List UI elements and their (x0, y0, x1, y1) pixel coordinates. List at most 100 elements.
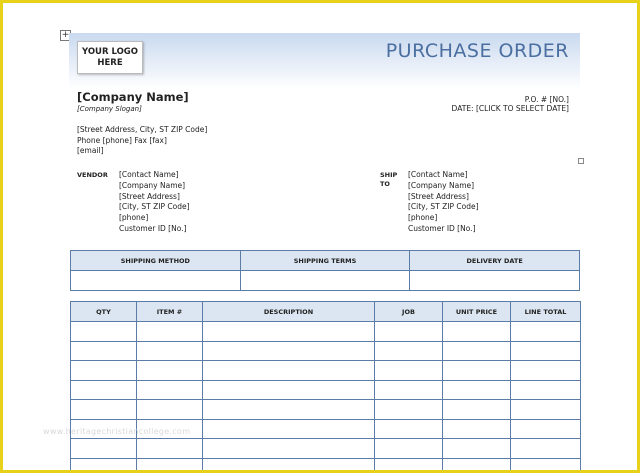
job-cell[interactable] (374, 379, 443, 400)
item-cell[interactable] (136, 438, 203, 459)
qty-cell[interactable] (70, 457, 137, 470)
ship-street[interactable]: [Street Address] (408, 192, 479, 203)
unit-price-cell[interactable] (442, 379, 511, 400)
unit-price-cell[interactable] (442, 360, 511, 381)
table-row (70, 379, 581, 400)
table-row (70, 438, 581, 459)
resize-handle-icon[interactable] (578, 158, 584, 164)
vendor-block: [Contact Name] [Company Name] [Street Ad… (119, 170, 190, 235)
company-name[interactable]: [Company Name] (77, 90, 189, 104)
job-cell[interactable] (374, 360, 443, 381)
description-cell[interactable] (202, 399, 375, 420)
company-slogan[interactable]: [Company Slogan] (77, 105, 142, 113)
line-total-cell[interactable] (510, 379, 581, 400)
ship-contact[interactable]: [Contact Name] (408, 170, 479, 181)
qty-cell[interactable] (70, 399, 137, 420)
shipping-row (70, 270, 580, 291)
page-title: PURCHASE ORDER (385, 40, 569, 62)
line-total-cell[interactable] (510, 321, 581, 342)
table-row (70, 340, 581, 361)
unit-price-cell[interactable] (442, 340, 511, 361)
vendor-city[interactable]: [City, ST ZIP Code] (119, 202, 190, 213)
watermark-text: www.heritagechristiancollege.com (43, 427, 191, 436)
ship-to-label: SHIP TO (380, 171, 397, 189)
shipping-method-header: SHIPPING METHOD (70, 250, 241, 271)
line-total-header: LINE TOTAL (510, 301, 581, 322)
line-total-cell[interactable] (510, 438, 581, 459)
job-cell[interactable] (374, 399, 443, 420)
document-frame: + YOUR LOGO HERE PURCHASE ORDER [Company … (0, 0, 640, 473)
unit-price-cell[interactable] (442, 418, 511, 439)
items-table: QTY ITEM # DESCRIPTION JOB UNIT PRICE LI… (70, 301, 581, 470)
shipping-terms-cell[interactable] (239, 270, 411, 291)
vendor-contact[interactable]: [Contact Name] (119, 170, 190, 181)
shipping-method-cell[interactable] (70, 270, 241, 291)
description-cell[interactable] (202, 457, 375, 470)
table-row (70, 399, 581, 420)
qty-cell[interactable] (70, 321, 137, 342)
item-number-header: ITEM # (136, 301, 203, 322)
qty-header: QTY (70, 301, 137, 322)
item-cell[interactable] (136, 340, 203, 361)
qty-cell[interactable] (70, 379, 137, 400)
item-cell[interactable] (136, 321, 203, 342)
unit-price-cell[interactable] (442, 321, 511, 342)
unit-price-header: UNIT PRICE (442, 301, 511, 322)
ship-to-block: [Contact Name] [Company Name] [Street Ad… (408, 170, 479, 235)
qty-cell[interactable] (70, 360, 137, 381)
unit-price-cell[interactable] (442, 438, 511, 459)
address-line[interactable]: [Street Address, City, ST ZIP Code] (77, 125, 207, 136)
job-cell[interactable] (374, 457, 443, 470)
email-line[interactable]: [email] (77, 146, 207, 157)
table-row (70, 321, 581, 342)
line-total-cell[interactable] (510, 340, 581, 361)
qty-cell[interactable] (70, 438, 137, 459)
delivery-date-header: DELIVERY DATE (409, 250, 580, 271)
vendor-street[interactable]: [Street Address] (119, 192, 190, 203)
line-total-cell[interactable] (510, 399, 581, 420)
table-row (70, 360, 581, 381)
description-cell[interactable] (202, 438, 375, 459)
line-total-cell[interactable] (510, 457, 581, 470)
description-cell[interactable] (202, 418, 375, 439)
shipping-header-row: SHIPPING METHOD SHIPPING TERMS DELIVERY … (70, 250, 580, 271)
line-total-cell[interactable] (510, 418, 581, 439)
ship-company[interactable]: [Company Name] (408, 181, 479, 192)
vendor-company[interactable]: [Company Name] (119, 181, 190, 192)
po-number[interactable]: P.O. # [NO.] (525, 95, 569, 104)
item-cell[interactable] (136, 360, 203, 381)
ship-label-line1: SHIP (380, 171, 398, 179)
description-cell[interactable] (202, 340, 375, 361)
vendor-phone[interactable]: [phone] (119, 213, 190, 224)
phone-fax-line[interactable]: Phone [phone] Fax [fax] (77, 136, 207, 147)
description-cell[interactable] (202, 360, 375, 381)
description-cell[interactable] (202, 379, 375, 400)
vendor-label: VENDOR (77, 171, 108, 179)
company-address: [Street Address, City, ST ZIP Code] Phon… (77, 125, 207, 157)
vendor-customer-id[interactable]: Customer ID [No.] (119, 224, 190, 235)
job-cell[interactable] (374, 438, 443, 459)
item-cell[interactable] (136, 399, 203, 420)
job-cell[interactable] (374, 340, 443, 361)
unit-price-cell[interactable] (442, 457, 511, 470)
shipping-table: SHIPPING METHOD SHIPPING TERMS DELIVERY … (70, 250, 580, 291)
job-header: JOB (374, 301, 443, 322)
description-cell[interactable] (202, 321, 375, 342)
item-cell[interactable] (136, 379, 203, 400)
line-total-cell[interactable] (510, 360, 581, 381)
logo-placeholder[interactable]: YOUR LOGO HERE (77, 41, 143, 74)
order-date[interactable]: DATE: [CLICK TO SELECT DATE] (452, 104, 569, 113)
shipping-terms-header: SHIPPING TERMS (239, 250, 411, 271)
job-cell[interactable] (374, 321, 443, 342)
items-header-row: QTY ITEM # DESCRIPTION JOB UNIT PRICE LI… (70, 301, 581, 322)
ship-customer-id[interactable]: Customer ID [No.] (408, 224, 479, 235)
table-row (70, 457, 581, 470)
ship-phone[interactable]: [phone] (408, 213, 479, 224)
qty-cell[interactable] (70, 340, 137, 361)
item-cell[interactable] (136, 457, 203, 470)
ship-city[interactable]: [City, ST ZIP Code] (408, 202, 479, 213)
ship-label-line2: TO (380, 180, 390, 188)
job-cell[interactable] (374, 418, 443, 439)
unit-price-cell[interactable] (442, 399, 511, 420)
delivery-date-cell[interactable] (409, 270, 580, 291)
